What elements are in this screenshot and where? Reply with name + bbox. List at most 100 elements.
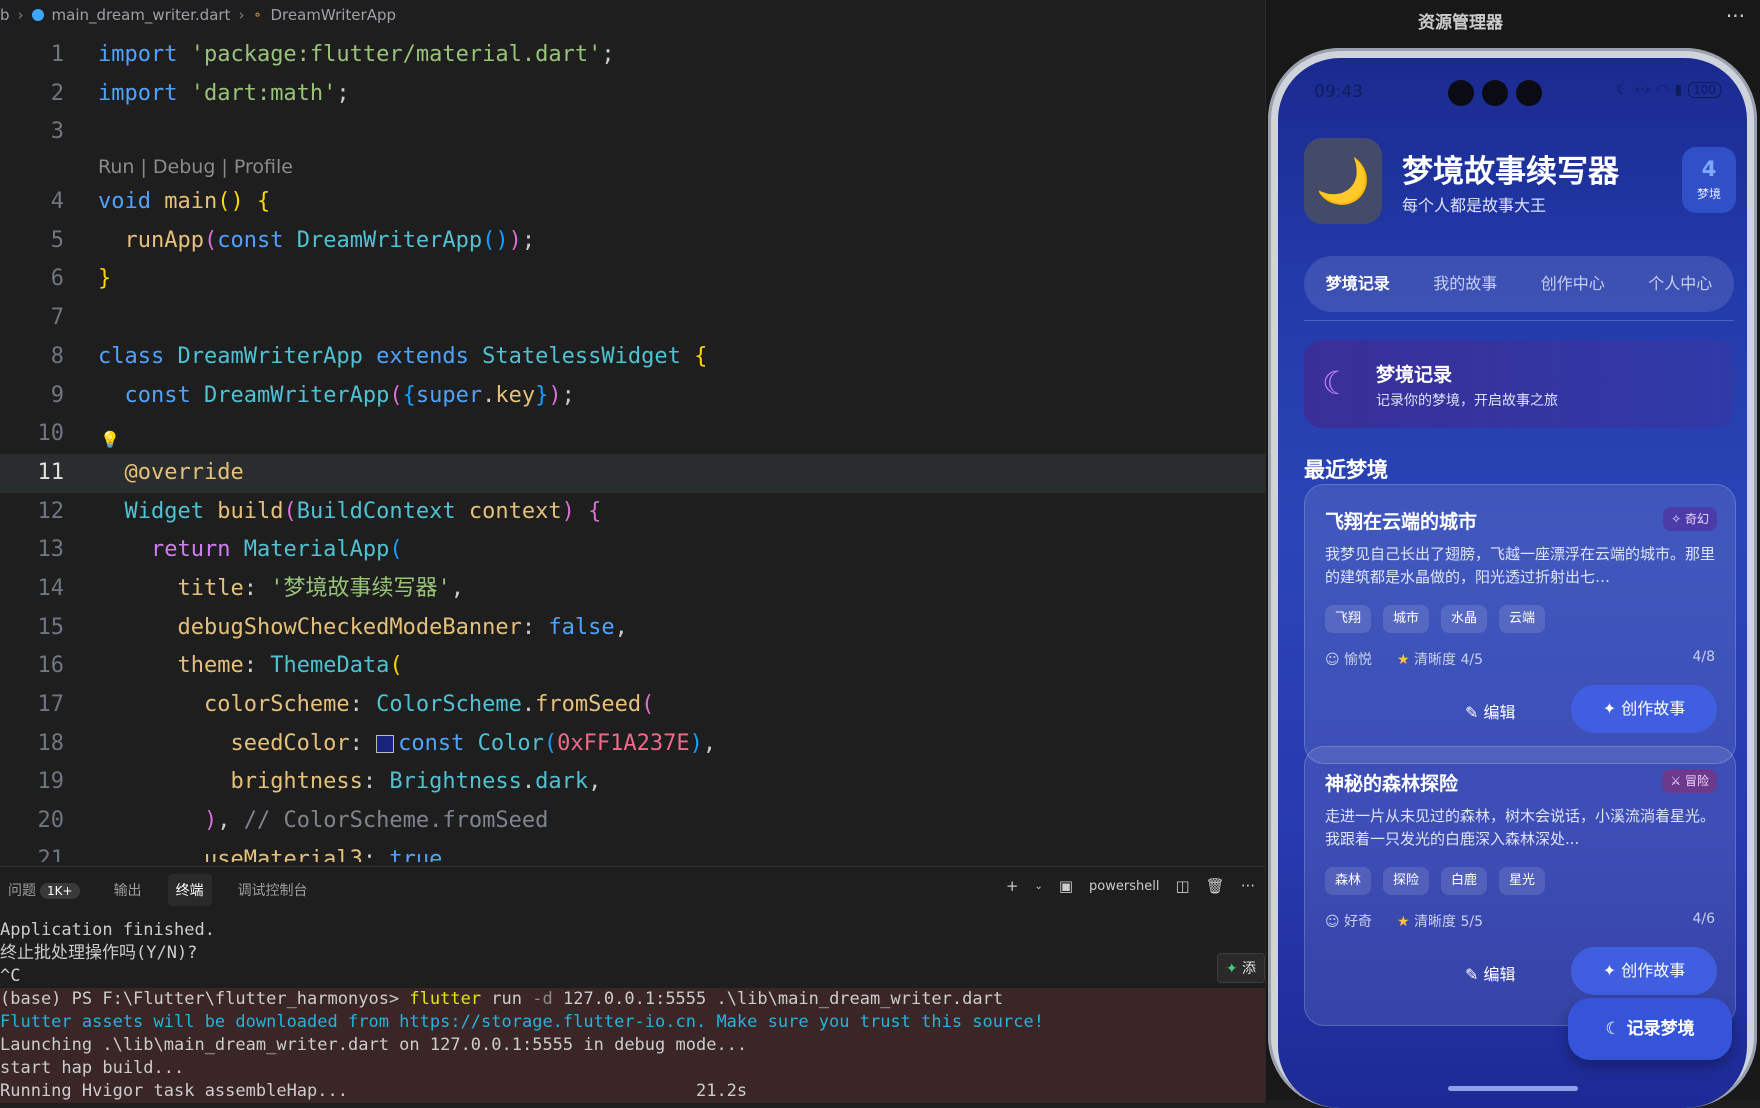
code-line[interactable]: 1 import 'package:flutter/material.dart'; (0, 36, 1265, 75)
code-line[interactable]: 17 colorScheme: ColorScheme.fromSeed( (0, 686, 1265, 725)
home-indicator[interactable] (1448, 1086, 1578, 1091)
code-line[interactable]: 21 useMaterial3: true, (0, 841, 1265, 862)
code-token: DreamWriterApp (203, 382, 390, 408)
code-line[interactable]: 19 brightness: Brightness.dark, (0, 763, 1265, 802)
code-line[interactable]: 14 title: '梦境故事续写器', (0, 570, 1265, 609)
trash-icon[interactable]: 🗑 (1206, 877, 1225, 895)
dream-card[interactable]: 神秘的森林探险 ⚔ 冒险 走进一片从未见过的森林，树木会说话，小溪流淌着星光。我… (1304, 746, 1736, 1026)
panel-tab-label: 问题 (8, 883, 36, 899)
panel-tab[interactable]: 问题 1K+ (0, 874, 88, 906)
line-number: 6 (50, 266, 64, 292)
genre-label: 奇幻 (1684, 512, 1709, 526)
code-editor[interactable]: 1 import 'package:flutter/material.dart';… (0, 36, 1265, 862)
color-swatch-icon[interactable] (376, 734, 395, 753)
create-story-button[interactable]: ✦ 创作故事 (1571, 685, 1717, 733)
code-token: seedColor (230, 730, 350, 756)
line-number: 16 (37, 653, 65, 679)
code-lens[interactable]: Run | Debug | Profile (0, 152, 1265, 183)
more-icon[interactable]: ··· (1726, 4, 1745, 28)
code-token: 0xFF1A237E (557, 730, 690, 756)
code-token: ( (641, 692, 655, 717)
dream-count-badge[interactable]: 4 梦境 (1682, 147, 1736, 213)
line-number: 14 (37, 575, 65, 601)
code-line[interactable]: 20 ), // ColorScheme.fromSeed (0, 802, 1265, 841)
code-line[interactable]: 3 (0, 113, 1265, 152)
create-label: 创作故事 (1621, 961, 1686, 980)
code-line[interactable]: 15 debugShowCheckedModeBanner: false, (0, 609, 1265, 648)
code-token: . (482, 382, 496, 408)
line-number: 13 (37, 537, 65, 563)
breadcrumb-file[interactable]: main_dream_writer.dart (52, 6, 231, 24)
dream-card-desc: 我梦见自己长出了翅膀，飞越一座漂浮在云端的城市。那里的建筑都是水晶做的，阳光透过… (1325, 545, 1715, 586)
tag[interactable]: 白鹿 (1441, 867, 1488, 895)
breadcrumb-folder[interactable]: b (0, 6, 10, 24)
edit-button[interactable]: ✎ 编辑 (1465, 953, 1516, 997)
code-text: seedColor: const Color(0xFF1A237E), (98, 725, 716, 764)
terminal-output[interactable]: Application finished. 终止批处理操作吗(Y/N)? ^C (ba… (0, 913, 1265, 1103)
tab-my-stories[interactable]: 我的故事 (1412, 256, 1520, 312)
code-line[interactable]: 11 @override (0, 453, 1265, 493)
terminal-icon: ▣ (1058, 877, 1074, 895)
banner-title: 梦境记录 (1376, 364, 1453, 386)
camera-icon (1516, 80, 1542, 106)
tag[interactable]: 飞翔 (1325, 605, 1372, 633)
moon-icon: ☾ (1615, 82, 1629, 98)
tab-dream-records[interactable]: 梦境记录 (1304, 256, 1412, 312)
tag[interactable]: 云端 (1499, 605, 1546, 633)
code-token: : (243, 653, 271, 679)
recent-dreams-title: 最近梦境 (1304, 458, 1388, 482)
code-line[interactable]: 9 const DreamWriterApp({super.key}); (0, 377, 1265, 416)
line-number: 3 (50, 119, 64, 145)
code-line[interactable]: 7 (0, 299, 1265, 338)
code-line[interactable]: 13 return MaterialApp( (0, 531, 1265, 570)
edit-label: 编辑 (1483, 965, 1516, 984)
code-token: colorScheme (203, 692, 350, 717)
panel-tab[interactable]: 调试控制台 (230, 874, 316, 906)
moon-icon: ☾ (1605, 1019, 1621, 1039)
tab-creation-center[interactable]: 创作中心 (1519, 256, 1627, 312)
chevron-down-icon[interactable]: ⌄ (1034, 881, 1042, 892)
split-terminal-icon[interactable]: ◫ (1175, 877, 1189, 895)
code-line[interactable]: 16 theme: ThemeData( (0, 647, 1265, 686)
breadcrumb-symbol[interactable]: DreamWriterApp (271, 6, 397, 24)
tag[interactable]: 森林 (1325, 867, 1372, 895)
shell-name[interactable]: powershell (1089, 879, 1159, 894)
line-number: 2 (50, 80, 64, 106)
tag[interactable]: 星光 (1499, 867, 1546, 895)
code-line[interactable]: 2 import 'dart:math'; (0, 75, 1265, 114)
code-line[interactable]: 10 💡 (0, 415, 1265, 454)
code-line[interactable]: 8 class DreamWriterApp extends StatelessW… (0, 338, 1265, 377)
tag[interactable]: 城市 (1383, 605, 1430, 633)
dream-card[interactable]: 飞翔在云端的城市 ✧ 奇幻 我梦见自己长出了翅膀，飞越一座漂浮在云端的城市。那里… (1304, 484, 1736, 764)
code-token: : (362, 846, 390, 862)
panel-tab-label: 输出 (113, 883, 142, 899)
code-token: void (98, 189, 165, 215)
panel-tab[interactable]: 终端 (167, 874, 212, 906)
code-token: '梦境故事续写器' (270, 575, 451, 601)
tag[interactable]: 探险 (1383, 867, 1430, 895)
code-line[interactable]: 18 seedColor: const Color(0xFF1A237E), (0, 725, 1265, 764)
edit-button[interactable]: ✎ 编辑 (1465, 691, 1516, 735)
chat-add-button[interactable]: ✦ 添 (1216, 953, 1265, 983)
code-token: class (98, 343, 178, 369)
line-number: 9 (50, 382, 64, 408)
code-token: ; (336, 80, 350, 106)
code-line[interactable]: 4 void main() { (0, 183, 1265, 222)
mood-label: 好奇 (1344, 914, 1373, 930)
tab-profile[interactable]: 个人中心 (1627, 256, 1735, 312)
tag[interactable]: 水晶 (1441, 605, 1488, 633)
new-terminal-icon[interactable]: + (1006, 877, 1019, 895)
code-line[interactable]: 6} (0, 260, 1265, 299)
code-token: () (217, 189, 244, 215)
camera-icon (1482, 80, 1508, 106)
record-dream-fab[interactable]: ☾ 记录梦境 (1568, 998, 1732, 1060)
panel-tab[interactable]: 输出 (106, 874, 150, 906)
fab-label: 记录梦境 (1626, 1019, 1695, 1039)
code-line[interactable]: 5 runApp(const DreamWriterApp()); (0, 222, 1265, 261)
code-line[interactable]: 12 Widget build(BuildContext context) { (0, 493, 1265, 532)
more-icon[interactable]: ··· (1241, 877, 1255, 895)
line-number: 11 (37, 459, 65, 485)
create-story-button[interactable]: ✦ 创作故事 (1571, 947, 1717, 995)
